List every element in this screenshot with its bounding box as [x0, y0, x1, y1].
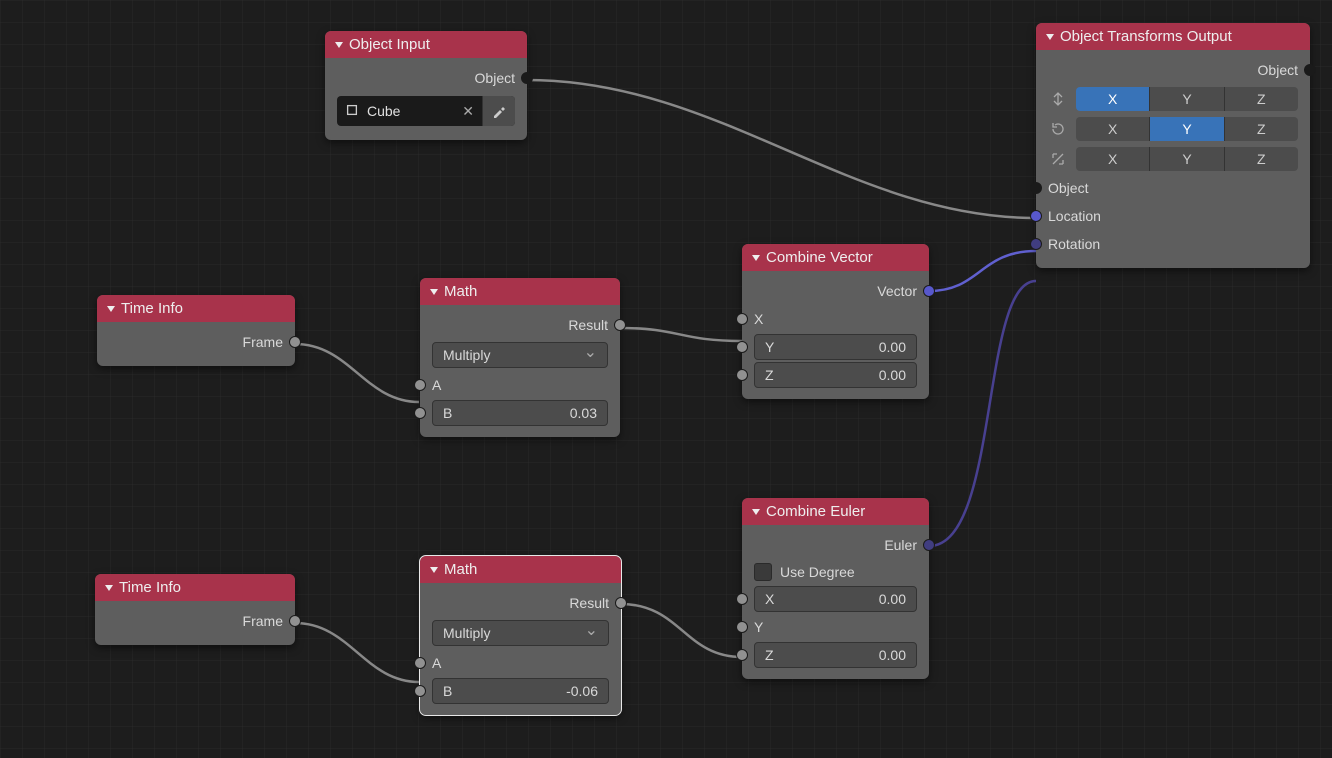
node-header[interactable]: Math [420, 556, 621, 583]
node-header[interactable]: Combine Vector [742, 244, 929, 271]
collapse-icon[interactable] [752, 255, 760, 261]
input-location[interactable]: Location [1036, 202, 1310, 230]
input-y-field[interactable]: Y 0.00 [754, 334, 917, 360]
node-header[interactable]: Object Input [325, 31, 527, 58]
input-b-field[interactable]: B 0.03 [432, 400, 608, 426]
rotation-axes: X Y Z [1036, 114, 1310, 144]
loc-z-button[interactable]: Z [1225, 87, 1298, 111]
input-b-field[interactable]: B -0.06 [432, 678, 609, 704]
node-combine-euler[interactable]: Combine Euler Euler Use Degree X 0.00 Y … [742, 498, 929, 679]
input-z-field[interactable]: Z 0.00 [754, 362, 917, 388]
scl-z-button[interactable]: Z [1225, 147, 1298, 171]
socket-object-out[interactable] [1304, 64, 1316, 76]
socket-result-out[interactable] [614, 319, 626, 331]
node-combine-vector[interactable]: Combine Vector Vector X Y 0.00 Z 0.00 [742, 244, 929, 399]
input-object[interactable]: Object [1036, 174, 1310, 202]
output-result[interactable]: Result [420, 589, 621, 617]
socket-location-in[interactable] [1030, 210, 1042, 222]
input-z-field[interactable]: Z 0.00 [754, 642, 917, 668]
socket-z-in[interactable] [736, 369, 748, 381]
eyedropper-icon[interactable] [482, 96, 515, 126]
input-y[interactable]: Y [742, 613, 929, 641]
socket-x-in[interactable] [736, 313, 748, 325]
output-vector[interactable]: Vector [742, 277, 929, 305]
node-math-2[interactable]: Math Result Multiply A B -0.06 [420, 556, 621, 715]
node-title: Time Info [119, 579, 181, 596]
node-title: Combine Euler [766, 503, 865, 520]
scale-axes: X Y Z [1036, 144, 1310, 174]
output-object[interactable]: Object [325, 64, 527, 92]
location-icon [1048, 89, 1068, 109]
input-a[interactable]: A [420, 371, 620, 399]
rotation-icon [1048, 119, 1068, 139]
socket-a-in[interactable] [414, 657, 426, 669]
socket-object-in[interactable] [1030, 182, 1042, 194]
input-x-field[interactable]: X 0.00 [754, 586, 917, 612]
socket-object-out[interactable] [521, 72, 533, 84]
input-a[interactable]: A [420, 649, 621, 677]
socket-frame-out[interactable] [289, 615, 301, 627]
node-header[interactable]: Math [420, 278, 620, 305]
node-header[interactable]: Time Info [97, 295, 295, 322]
input-x[interactable]: X [742, 305, 929, 333]
loc-y-button[interactable]: Y [1150, 87, 1224, 111]
loc-x-button[interactable]: X [1076, 87, 1150, 111]
clear-icon[interactable]: ✕ [454, 103, 482, 120]
operation-dropdown[interactable]: Multiply [432, 620, 609, 646]
node-title: Math [444, 561, 477, 578]
socket-z-in[interactable] [736, 649, 748, 661]
socket-frame-out[interactable] [289, 336, 301, 348]
socket-b-in[interactable] [414, 685, 426, 697]
rot-z-button[interactable]: Z [1225, 117, 1298, 141]
mesh-icon [337, 103, 367, 120]
node-header[interactable]: Object Transforms Output [1036, 23, 1310, 50]
socket-x-in[interactable] [736, 593, 748, 605]
operation-dropdown[interactable]: Multiply [432, 342, 608, 368]
scale-icon [1048, 149, 1068, 169]
socket-vector-out[interactable] [923, 285, 935, 297]
object-selector[interactable]: Cube ✕ [337, 96, 515, 126]
node-title: Object Input [349, 36, 430, 53]
collapse-icon[interactable] [335, 42, 343, 48]
output-object[interactable]: Object [1036, 56, 1310, 84]
socket-euler-out[interactable] [923, 539, 935, 551]
node-object-transforms-output[interactable]: Object Transforms Output Object X Y Z X … [1036, 23, 1310, 268]
node-time-info-1[interactable]: Time Info Frame [97, 295, 295, 366]
rot-x-button[interactable]: X [1076, 117, 1150, 141]
input-rotation[interactable]: Rotation [1036, 230, 1310, 258]
checkbox-icon[interactable] [754, 563, 772, 581]
node-title: Object Transforms Output [1060, 28, 1232, 45]
output-frame[interactable]: Frame [95, 607, 295, 635]
output-frame[interactable]: Frame [97, 328, 295, 356]
node-title: Time Info [121, 300, 183, 317]
collapse-icon[interactable] [752, 509, 760, 515]
location-axes: X Y Z [1036, 84, 1310, 114]
collapse-icon[interactable] [1046, 34, 1054, 40]
socket-y-in[interactable] [736, 621, 748, 633]
collapse-icon[interactable] [105, 585, 113, 591]
socket-result-out[interactable] [615, 597, 627, 609]
node-math-1[interactable]: Math Result Multiply A B 0.03 [420, 278, 620, 437]
scl-y-button[interactable]: Y [1150, 147, 1224, 171]
socket-rotation-in[interactable] [1030, 238, 1042, 250]
collapse-icon[interactable] [107, 306, 115, 312]
use-degree-checkbox[interactable]: Use Degree [742, 559, 929, 585]
rot-y-button[interactable]: Y [1150, 117, 1224, 141]
output-result[interactable]: Result [420, 311, 620, 339]
socket-y-in[interactable] [736, 341, 748, 353]
node-header[interactable]: Combine Euler [742, 498, 929, 525]
collapse-icon[interactable] [430, 289, 438, 295]
socket-a-in[interactable] [414, 379, 426, 391]
socket-b-in[interactable] [414, 407, 426, 419]
node-header[interactable]: Time Info [95, 574, 295, 601]
node-object-input[interactable]: Object Input Object Cube ✕ [325, 31, 527, 140]
node-time-info-2[interactable]: Time Info Frame [95, 574, 295, 645]
node-title: Combine Vector [766, 249, 873, 266]
scl-x-button[interactable]: X [1076, 147, 1150, 171]
output-euler[interactable]: Euler [742, 531, 929, 559]
node-title: Math [444, 283, 477, 300]
collapse-icon[interactable] [430, 567, 438, 573]
